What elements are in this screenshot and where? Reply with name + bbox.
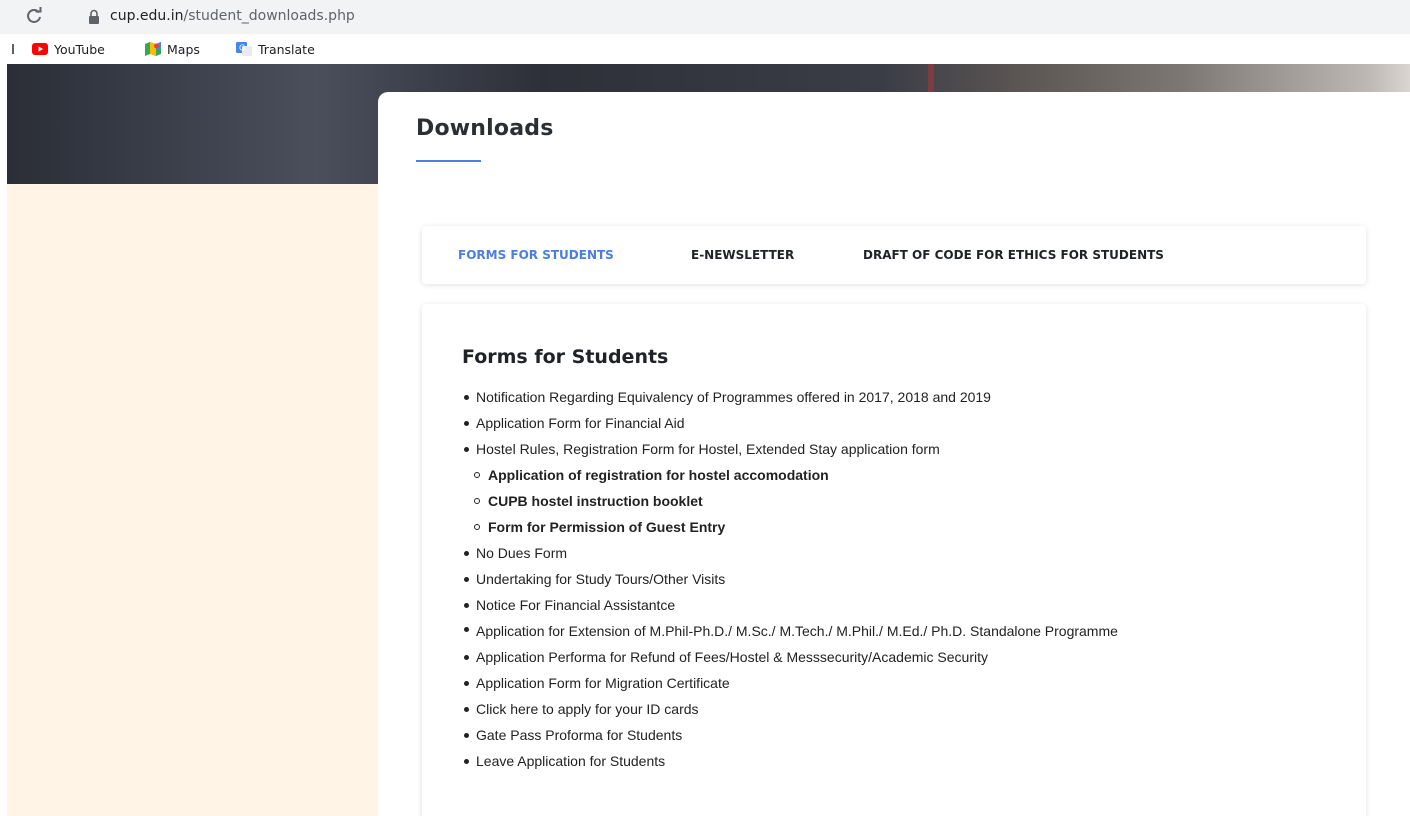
youtube-icon xyxy=(32,43,48,55)
sub-list-item[interactable]: Application of registration for hostel a… xyxy=(462,462,1342,488)
web-page: Downloads FORMS FOR STUDENTS E-NEWSLETTE… xyxy=(0,64,1410,816)
list-item[interactable]: Application Form for Migration Certifica… xyxy=(462,670,1342,696)
sub-list-item[interactable]: CUPB hostel instruction booklet xyxy=(462,488,1342,514)
bookmark-label: Translate xyxy=(258,41,315,57)
list-item-link[interactable]: Click here to apply for your ID cards xyxy=(476,701,699,717)
list-item[interactable]: Hostel Rules, Registration Form for Host… xyxy=(462,436,1342,462)
list-item-link[interactable]: Gate Pass Proforma for Students xyxy=(476,727,682,743)
list-item[interactable]: Notification Regarding Equivalency of Pr… xyxy=(462,384,1342,410)
list-item-link[interactable]: Application of registration for hostel a… xyxy=(488,467,829,483)
list-item[interactable]: Application for Extension of M.Phil-Ph.D… xyxy=(462,618,1342,644)
tab-e-newsletter[interactable]: E-NEWSLETTER xyxy=(691,248,794,262)
bookmark-label: Maps xyxy=(167,41,200,57)
list-item-link[interactable]: Hostel Rules, Registration Form for Host… xyxy=(476,441,940,457)
url-field[interactable]: cup.edu.in/student_downloads.php xyxy=(110,8,355,24)
list-item-link[interactable]: Application Performa for Refund of Fees/… xyxy=(476,649,988,665)
tab-bar: FORMS FOR STUDENTS E-NEWSLETTER DRAFT OF… xyxy=(422,226,1366,284)
list-item[interactable]: Click here to apply for your ID cards xyxy=(462,696,1342,722)
list-item-link[interactable]: Notification Regarding Equivalency of Pr… xyxy=(476,389,991,405)
list-item[interactable]: Leave Application for Students xyxy=(462,748,1342,774)
list-item-link[interactable]: Leave Application for Students xyxy=(476,753,665,769)
bookmark-label: YouTube xyxy=(54,41,105,57)
list-item[interactable]: Undertaking for Study Tours/Other Visits xyxy=(462,566,1342,592)
list-item[interactable]: Application Form for Financial Aid xyxy=(462,410,1342,436)
reload-icon[interactable] xyxy=(24,6,44,26)
bookmark-maps[interactable]: Maps xyxy=(145,40,200,58)
list-item-link[interactable]: No Dues Form xyxy=(476,545,567,561)
list-item-link[interactable]: Undertaking for Study Tours/Other Visits xyxy=(476,571,725,587)
browser-address-bar: cup.edu.in/student_downloads.php xyxy=(0,0,1410,34)
list-item[interactable]: Gate Pass Proforma for Students xyxy=(462,722,1342,748)
list-item[interactable]: No Dues Form xyxy=(462,540,1342,566)
list-item-link[interactable]: Application for Extension of M.Phil-Ph.D… xyxy=(476,623,1118,639)
forms-panel: Forms for Students Notification Regardin… xyxy=(422,304,1366,816)
main-content: Downloads FORMS FOR STUDENTS E-NEWSLETTE… xyxy=(378,92,1410,816)
tab-draft-code-of-ethics[interactable]: DRAFT OF CODE FOR ETHICS FOR STUDENTS xyxy=(863,248,1164,262)
forms-list: Notification Regarding Equivalency of Pr… xyxy=(462,384,1342,774)
lock-icon[interactable] xyxy=(88,9,100,25)
svg-text:G: G xyxy=(239,44,245,53)
hero-banner-detail xyxy=(928,64,934,92)
list-item[interactable]: Notice For Financial Assistantce xyxy=(462,592,1342,618)
maps-icon xyxy=(145,42,161,56)
sub-list-item[interactable]: Form for Permission of Guest Entry xyxy=(462,514,1342,540)
page-title: Downloads xyxy=(416,116,554,141)
section-title: Forms for Students xyxy=(462,346,669,368)
title-underline xyxy=(416,160,481,162)
list-item-link[interactable]: Application Form for Migration Certifica… xyxy=(476,675,730,691)
list-item-link[interactable]: Form for Permission of Guest Entry xyxy=(488,519,725,535)
bookmarks-separator xyxy=(12,44,14,54)
bookmarks-bar: YouTube Maps G Translate xyxy=(0,34,1410,64)
list-item[interactable]: Application Performa for Refund of Fees/… xyxy=(462,644,1342,670)
list-item-link[interactable]: Notice For Financial Assistantce xyxy=(476,597,675,613)
bookmark-translate[interactable]: G Translate xyxy=(236,40,315,58)
url-host: cup.edu.in xyxy=(110,8,184,24)
tab-forms-for-students[interactable]: FORMS FOR STUDENTS xyxy=(458,248,614,262)
list-item-link[interactable]: Application Form for Financial Aid xyxy=(476,415,685,431)
translate-icon: G xyxy=(236,42,252,56)
url-path: /student_downloads.php xyxy=(183,8,355,24)
bookmark-youtube[interactable]: YouTube xyxy=(32,40,105,58)
list-item-link[interactable]: CUPB hostel instruction booklet xyxy=(488,493,703,509)
